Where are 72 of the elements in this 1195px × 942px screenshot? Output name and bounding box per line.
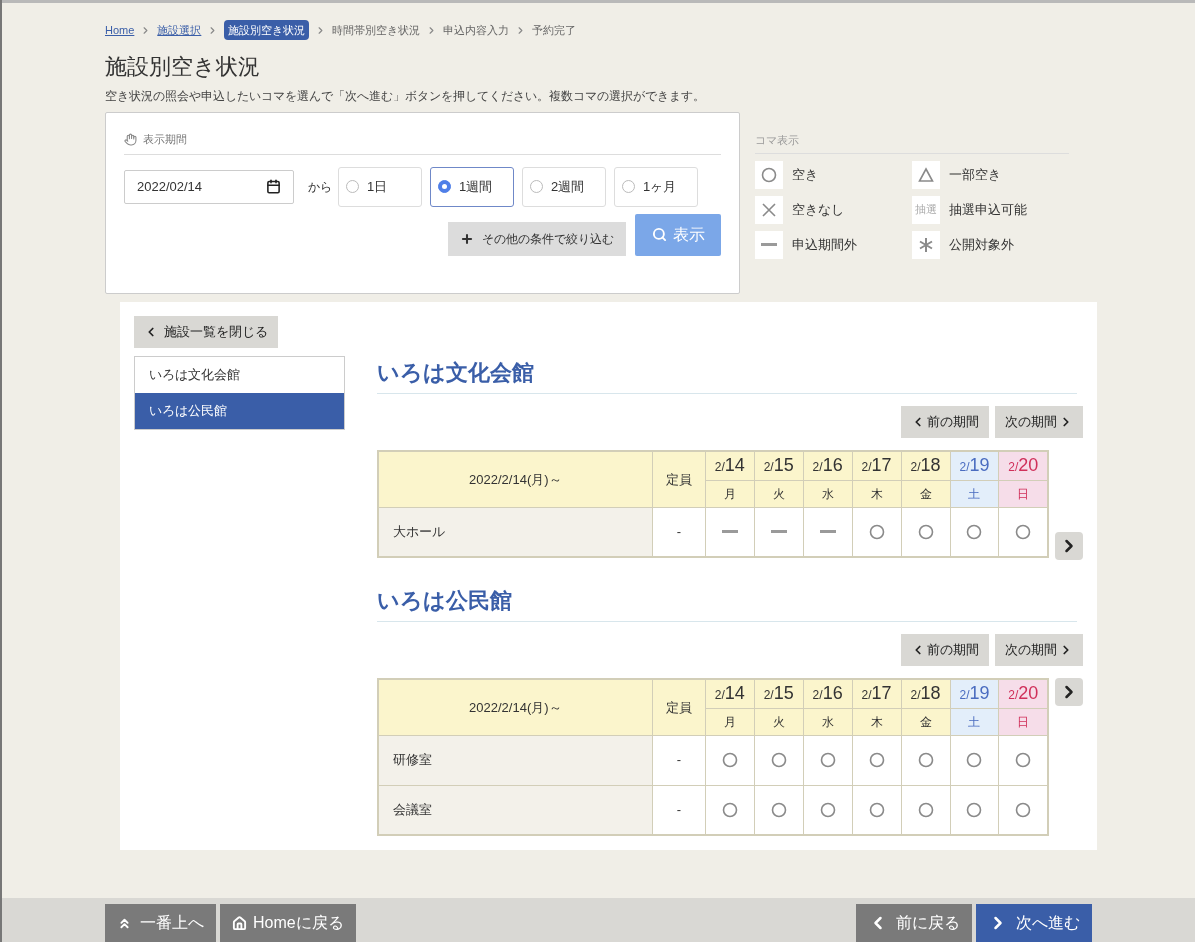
next-arrow-button[interactable]: [1055, 532, 1083, 560]
room-name: 会議室: [377, 785, 653, 835]
page-title: 施設別空き状況: [105, 53, 261, 81]
period-option[interactable]: 1日: [338, 166, 422, 207]
next-period-button[interactable]: 次の期間: [994, 406, 1083, 438]
period-option[interactable]: 2週間: [522, 166, 606, 207]
search-icon: [651, 227, 667, 242]
date-header: 2/16: [803, 679, 853, 709]
period-option[interactable]: 1ヶ月: [614, 166, 698, 207]
room-name: 研修室: [377, 735, 653, 785]
date-header: 2/20: [998, 679, 1048, 709]
breadcrumb-current: 施設別空き状況: [224, 19, 310, 41]
date-header: 2/18: [901, 451, 950, 481]
capacity-cell: -: [652, 785, 706, 835]
date-header: 2/17: [852, 679, 902, 709]
date-header: 2/14: [705, 451, 755, 481]
period-option[interactable]: 1週間: [430, 166, 514, 207]
date-header: 2/14: [705, 679, 755, 709]
date-header: 2/20: [998, 451, 1048, 481]
next-period-button[interactable]: 次の期間: [994, 634, 1083, 666]
breadcrumb-step: 予約完了: [532, 21, 577, 39]
capacity-cell: -: [652, 735, 706, 785]
calendar-icon: [266, 179, 281, 194]
triangle-icon: [918, 166, 934, 183]
plus-icon: [460, 231, 474, 246]
room-name: 大ホール: [377, 507, 653, 557]
legend-label: 空き: [792, 165, 818, 184]
filter-button[interactable]: その他の条件で絞り込む: [448, 221, 626, 256]
date-header: 2/19: [950, 679, 999, 709]
breadcrumb-link[interactable]: Home: [105, 21, 135, 39]
page-description: 空き状況の照会や申込したいコマを選んで「次へ進む」ボタンを押してください。複数コマの選択ができます。: [105, 88, 706, 105]
next-arrow-button[interactable]: [1055, 678, 1083, 706]
capacity-cell: -: [652, 507, 706, 557]
asterisk-icon: [918, 236, 934, 253]
previous-period-button[interactable]: 前の期間: [900, 634, 989, 666]
legend-label: 申込期間外: [792, 235, 857, 254]
period-heading: 表示期間: [143, 132, 187, 147]
breadcrumb-link[interactable]: 施設選択: [157, 21, 202, 39]
circle-icon: [761, 166, 777, 183]
date-field[interactable]: 2022/02/14: [124, 169, 294, 204]
date-header: 2/17: [852, 451, 902, 481]
facility-heading: いろは文化会館: [376, 356, 1077, 394]
legend-label: 公開対象外: [949, 235, 1014, 254]
date-header: 2/19: [950, 451, 999, 481]
date-header: 2/18: [901, 679, 950, 709]
home-button[interactable]: Homeに戻る: [220, 904, 356, 942]
lottery-icon: 抽選: [915, 201, 937, 218]
next-button[interactable]: 次へ進む: [976, 904, 1092, 942]
legend-label: 一部空き: [949, 165, 1001, 184]
date-header: 2/15: [754, 679, 804, 709]
legend-label: 空きなし: [792, 200, 844, 219]
legend-label: 抽選申込可能: [949, 200, 1027, 219]
capacity-header: 定員: [652, 679, 706, 735]
capacity-header: 定員: [652, 451, 706, 507]
breadcrumb-step: 時間帯別空き状況: [332, 21, 421, 39]
date-header: 2/15: [754, 451, 804, 481]
close-list-button[interactable]: 施設一覧を閉じる: [134, 316, 278, 348]
legend-heading: コマ表示: [755, 132, 1069, 154]
dash-icon: [761, 242, 777, 247]
cross-icon: [762, 202, 776, 217]
previous-period-button[interactable]: 前の期間: [900, 406, 989, 438]
home-icon: [232, 915, 247, 931]
from-label: から: [308, 178, 332, 196]
facility-list-item[interactable]: いろは公民館: [135, 393, 344, 429]
range-header: 2022/2/14(月)～: [377, 451, 653, 507]
range-header: 2022/2/14(月)～: [377, 679, 653, 735]
radio-icon: [438, 180, 451, 193]
date-header: 2/16: [803, 451, 853, 481]
top-button[interactable]: 一番上へ: [105, 904, 216, 942]
breadcrumb-step: 申込内容入力: [443, 21, 510, 39]
back-button[interactable]: 前に戻る: [856, 904, 972, 942]
facility-heading: いろは公民館: [376, 584, 1077, 622]
